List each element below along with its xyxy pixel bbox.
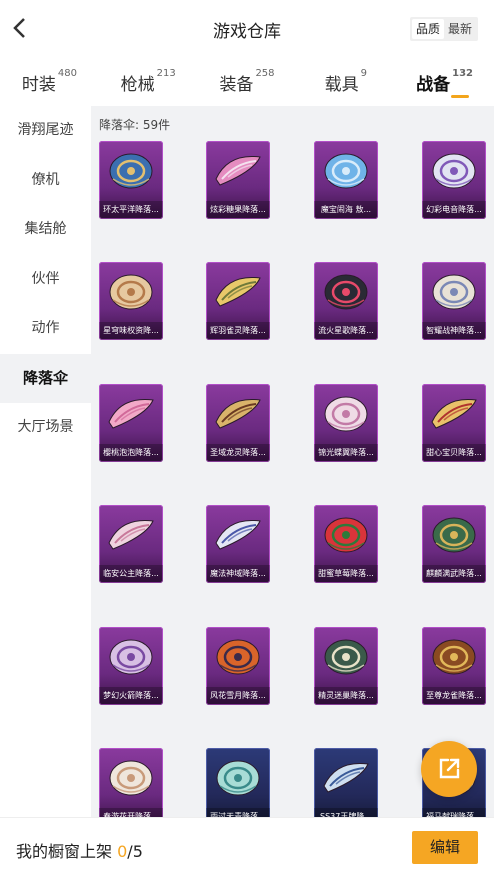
parachute-glider-icon — [108, 519, 154, 550]
showcase-shelf-status: 我的橱窗上架 0/5 — [16, 838, 143, 862]
parachute-card[interactable]: 环太平洋降落... — [99, 141, 163, 219]
sub-category-sidebar: 滑翔尾迹 僚机 集结舱 伙伴 动作 降落伞 大厅场景 — [0, 106, 91, 817]
parachute-card[interactable]: 甜蜜草莓降落... — [314, 505, 378, 583]
parachute-card[interactable]: 智耀战神降落... — [422, 262, 486, 340]
shelf-label: 我的橱窗上架 — [16, 842, 113, 861]
sidebar-item-rally-pod[interactable]: 集结舱 — [0, 205, 91, 255]
item-count-label: 降落伞: 59件 — [99, 118, 171, 132]
sort-quality-option[interactable]: 品质 — [411, 19, 444, 39]
parachute-glider-icon — [108, 398, 154, 429]
parachute-canopy-icon — [109, 639, 153, 675]
parachute-card[interactable]: 雨过天青降落... — [206, 748, 270, 817]
parachute-card[interactable]: 圣域龙灵降落... — [206, 384, 270, 462]
parachute-card-name: 智耀战神降落... — [422, 322, 486, 340]
parachute-card-name: 雨过天青降落... — [206, 808, 270, 817]
share-button[interactable] — [421, 741, 477, 797]
parachute-card-name: 流火星歌降落... — [314, 322, 378, 340]
parachute-card-name: 辉羽雀灵降落... — [206, 322, 270, 340]
parachute-canopy-icon — [324, 639, 368, 675]
parachute-card[interactable]: SS37王牌降... — [314, 748, 378, 817]
tab-weapons[interactable]: 枪械213 — [99, 58, 198, 106]
parachute-card[interactable]: 甜心宝贝降落... — [422, 384, 486, 462]
parachute-glider-icon — [215, 276, 261, 307]
parachute-canopy-icon — [432, 274, 476, 310]
parachute-card[interactable]: 魔法神域降落... — [206, 505, 270, 583]
parachute-canopy-icon — [324, 153, 368, 189]
parachute-glider-icon — [215, 519, 261, 550]
parachute-canopy-icon — [432, 639, 476, 675]
parachute-card-name: 樱桃泡泡降落... — [99, 444, 163, 462]
parachute-card-name: 魔法神域降落... — [206, 565, 270, 583]
parachute-canopy-icon — [324, 274, 368, 310]
parachute-card-name: 魔宝闹海 敖... — [314, 201, 378, 219]
parachute-card-name: 精灵迷巢降落... — [314, 687, 378, 705]
parachute-card-name: 麒麟满武降落... — [422, 565, 486, 583]
sidebar-item-wingman[interactable]: 僚机 — [0, 156, 91, 206]
sidebar-item-glide-trail[interactable]: 滑翔尾迹 — [0, 106, 91, 156]
parachute-card-name: 风花雪月降落... — [206, 687, 270, 705]
sidebar-item-companion[interactable]: 伙伴 — [0, 255, 91, 305]
parachute-card[interactable]: 至尊龙雀降落... — [422, 627, 486, 705]
app-header: 游戏仓库 品质 最新 — [0, 0, 494, 58]
parachute-card-name: SS37王牌降... — [314, 808, 378, 817]
share-external-icon — [439, 758, 460, 779]
parachute-canopy-icon — [432, 153, 476, 189]
shelf-current-count: 0 — [117, 842, 128, 861]
tab-vehicles[interactable]: 载具9 — [296, 58, 395, 106]
tab-equipment[interactable]: 装备258 — [198, 58, 297, 106]
parachute-canopy-icon — [216, 639, 260, 675]
parachute-card-name: 炫彩糖果降落... — [206, 201, 270, 219]
parachute-canopy-icon — [109, 153, 153, 189]
parachute-card-name: 圣域龙灵降落... — [206, 444, 270, 462]
parachute-card-name: 幻彩电音降落... — [422, 201, 486, 219]
parachute-card[interactable]: 星穹味权资降... — [99, 262, 163, 340]
parachute-card-name: 梦幻火箭降落... — [99, 687, 163, 705]
parachute-canopy-icon — [109, 760, 153, 796]
parachute-card[interactable]: 辉羽雀灵降落... — [206, 262, 270, 340]
parachute-card-name: 锦光蝶翼降落... — [314, 444, 378, 462]
parachute-card-name: 春游花开降落... — [99, 808, 163, 817]
sort-toggle[interactable]: 品质 最新 — [409, 17, 478, 41]
parachute-canopy-icon — [324, 517, 368, 553]
parachute-card[interactable]: 春游花开降落... — [99, 748, 163, 817]
parachute-canopy-icon — [216, 760, 260, 796]
parachute-card-name: 临安公主降落... — [99, 565, 163, 583]
parachute-card[interactable]: 魔宝闹海 敖... — [314, 141, 378, 219]
parachute-card[interactable]: 流火星歌降落... — [314, 262, 378, 340]
parachute-card[interactable]: 精灵迷巢降落... — [314, 627, 378, 705]
parachute-card-name: 环太平洋降落... — [99, 201, 163, 219]
sidebar-item-emote[interactable]: 动作 — [0, 304, 91, 354]
shelf-total-count: /5 — [127, 842, 143, 861]
edit-button[interactable]: 编辑 — [412, 831, 478, 864]
sort-latest-option[interactable]: 最新 — [444, 19, 476, 39]
parachute-canopy-icon — [324, 396, 368, 432]
parachute-glider-icon — [431, 398, 477, 429]
sidebar-item-lobby-scene[interactable]: 大厅场景 — [0, 403, 91, 453]
parachute-glider-icon — [323, 762, 369, 793]
parachute-card[interactable]: 幻彩电音降落... — [422, 141, 486, 219]
parachute-card-name: 甜蜜草莓降落... — [314, 565, 378, 583]
bottom-bar: 我的橱窗上架 0/5 编辑 — [0, 817, 494, 875]
category-tabs: 时装480 枪械213 装备258 载具9 战备132 — [0, 58, 494, 106]
tab-fashion[interactable]: 时装480 — [0, 58, 99, 106]
parachute-card-name: 福马献瑞降落... — [422, 808, 486, 817]
item-grid-panel: 降落伞: 59件 环太平洋降落... 炫彩糖果降落... 魔宝闹海 敖... 幻彩电音… — [91, 106, 494, 817]
parachute-glider-icon — [215, 155, 261, 186]
parachute-card-name: 甜心宝贝降落... — [422, 444, 486, 462]
parachute-canopy-icon — [109, 274, 153, 310]
parachute-glider-icon — [215, 398, 261, 429]
tab-combat-gear[interactable]: 战备132 — [395, 58, 494, 106]
parachute-card[interactable]: 炫彩糖果降落... — [206, 141, 270, 219]
parachute-card[interactable]: 风花雪月降落... — [206, 627, 270, 705]
parachute-canopy-icon — [432, 517, 476, 553]
parachute-card[interactable]: 梦幻火箭降落... — [99, 627, 163, 705]
parachute-card[interactable]: 樱桃泡泡降落... — [99, 384, 163, 462]
parachute-card-name: 星穹味权资降... — [99, 322, 163, 340]
parachute-card[interactable]: 锦光蝶翼降落... — [314, 384, 378, 462]
sidebar-item-parachute[interactable]: 降落伞 — [0, 353, 91, 403]
parachute-card[interactable]: 麒麟满武降落... — [422, 505, 486, 583]
parachute-card[interactable]: 临安公主降落... — [99, 505, 163, 583]
parachute-card-name: 至尊龙雀降落... — [422, 687, 486, 705]
